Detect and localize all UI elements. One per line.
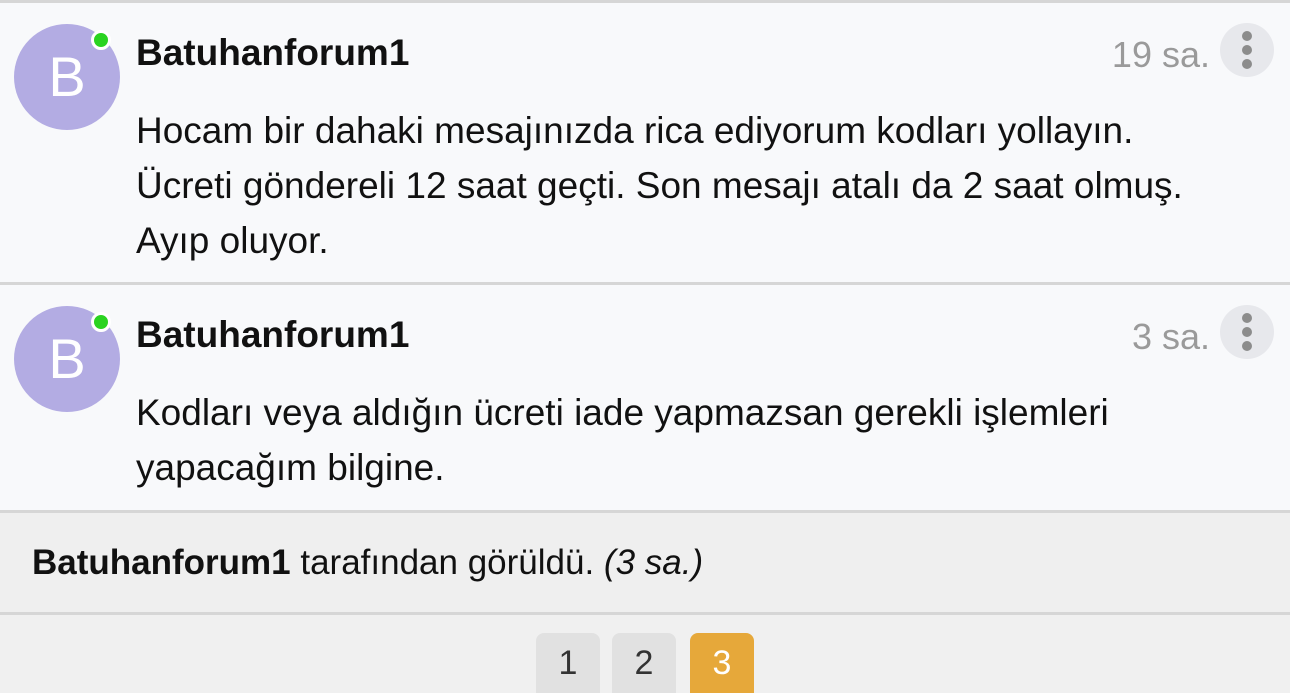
message-line: Hocam bir dahaki mesajınızda rica ediyor… xyxy=(136,110,1134,151)
more-options-button[interactable] xyxy=(1220,23,1274,77)
message-line: yapacağım bilgine. xyxy=(136,447,445,488)
more-vertical-icon-dot xyxy=(1242,327,1252,337)
seen-indicator: Batuhanforum1 tarafından görüldü. (3 sa.… xyxy=(0,513,1290,615)
seen-text: Batuhanforum1 tarafından görüldü. (3 sa.… xyxy=(32,543,703,583)
message-author[interactable]: Batuhanforum1 xyxy=(136,314,409,356)
message-body: Kodları veya aldığın ücreti iade yapmazs… xyxy=(136,385,1256,495)
more-vertical-icon-dot xyxy=(1242,45,1252,55)
message-line: Ayıp oluyor. xyxy=(136,220,329,261)
message-line: Kodları veya aldığın ücreti iade yapmazs… xyxy=(136,392,1109,433)
message-item: B Batuhanforum1 19 sa. Hocam bir dahaki … xyxy=(0,3,1290,285)
more-options-button[interactable] xyxy=(1220,305,1274,359)
message-time: 3 sa. xyxy=(1131,316,1210,357)
online-status-icon xyxy=(91,30,111,50)
more-vertical-icon xyxy=(1242,313,1252,323)
message-body: Hocam bir dahaki mesajınızda rica ediyor… xyxy=(136,103,1256,268)
page-button-1[interactable]: 1 xyxy=(536,633,600,693)
seen-label: tarafından görüldü. xyxy=(300,543,595,582)
message-time: 19 sa. xyxy=(1111,34,1210,75)
seen-time: (3 sa.) xyxy=(603,543,704,582)
online-status-icon xyxy=(91,312,111,332)
page-button-2[interactable]: 2 xyxy=(612,633,676,693)
more-vertical-icon xyxy=(1242,31,1252,41)
seen-user[interactable]: Batuhanforum1 xyxy=(32,543,291,582)
message-item: B Batuhanforum1 3 sa. Kodları veya aldığ… xyxy=(0,285,1290,513)
more-vertical-icon-dot xyxy=(1242,59,1252,69)
more-vertical-icon-dot xyxy=(1242,341,1252,351)
page-button-3-active[interactable]: 3 xyxy=(690,633,754,693)
message-line: Ücreti göndereli 12 saat geçti. Son mesa… xyxy=(136,165,1183,206)
message-author[interactable]: Batuhanforum1 xyxy=(136,32,409,74)
